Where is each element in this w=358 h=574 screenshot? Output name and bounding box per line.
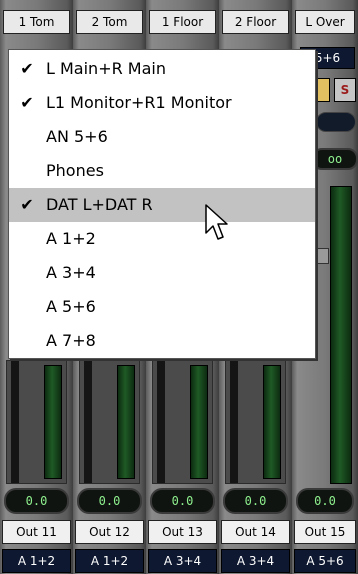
level-meter: [330, 186, 352, 484]
menu-item-label: AN 5+6: [46, 127, 108, 146]
menu-item-label: L1 Monitor+R1 Monitor: [46, 93, 232, 112]
menu-item-phones[interactable]: Phones: [9, 154, 315, 188]
fader-track[interactable]: [11, 361, 19, 483]
output-routing-field[interactable]: A 3+4: [221, 549, 290, 573]
fader-area: [152, 360, 213, 484]
menu-item-label: Phones: [46, 161, 104, 180]
output-routing-field[interactable]: A 5+6: [294, 549, 356, 573]
gain-display[interactable]: 0.0: [296, 488, 354, 514]
menu-item-a-7-8[interactable]: A 7+8: [9, 324, 315, 358]
pan-knob[interactable]: [316, 112, 356, 132]
output-label: Out 13: [148, 520, 217, 544]
arrow-cursor-icon: [205, 204, 228, 240]
channel-name-label[interactable]: 2 Tom: [76, 10, 143, 34]
gain-display[interactable]: 0.0: [4, 488, 69, 514]
menu-item-label: A 7+8: [46, 331, 96, 350]
solo-button[interactable]: S: [334, 78, 356, 102]
output-label: Out 11: [2, 520, 71, 544]
menu-item-an-5-6[interactable]: AN 5+6: [9, 120, 315, 154]
level-meter: [190, 365, 208, 479]
fader-track[interactable]: [230, 361, 238, 483]
output-routing-field[interactable]: A 1+2: [75, 549, 144, 573]
fader-track[interactable]: [157, 361, 165, 483]
output-label: Out 14: [221, 520, 290, 544]
checkmark-icon: ✔: [20, 93, 34, 112]
gain-display[interactable]: 0.0: [223, 488, 288, 514]
channel-name-label[interactable]: 2 Floor: [222, 10, 289, 34]
gain-display[interactable]: 0.0: [150, 488, 215, 514]
fader-area: [6, 360, 67, 484]
level-meter: [117, 365, 135, 479]
menu-item-a-3-4[interactable]: A 3+4: [9, 256, 315, 290]
channel-name-label[interactable]: L Over: [295, 10, 355, 34]
channel-name-label[interactable]: 1 Tom: [3, 10, 70, 34]
level-meter: [263, 365, 281, 479]
checkmark-icon: ✔: [20, 195, 34, 214]
fader-area: [79, 360, 140, 484]
pan-display[interactable]: oo: [312, 148, 358, 170]
output-label: Out 15: [294, 520, 356, 544]
fader-track[interactable]: [84, 361, 92, 483]
menu-item-label: L Main+R Main: [46, 59, 166, 78]
menu-item-dat-l-dat-r[interactable]: ✔ DAT L+DAT R: [9, 188, 315, 222]
output-routing-field[interactable]: A 1+2: [2, 549, 71, 573]
channel-name-label[interactable]: 1 Floor: [149, 10, 216, 34]
menu-item-l1-monitor-r1-monitor[interactable]: ✔ L1 Monitor+R1 Monitor: [9, 86, 315, 120]
output-label: Out 12: [75, 520, 144, 544]
menu-item-l-main-r-main[interactable]: ✔ L Main+R Main: [9, 52, 315, 86]
checkmark-icon: ✔: [20, 59, 34, 78]
fader-area: [225, 360, 286, 484]
menu-item-label: DAT L+DAT R: [46, 195, 153, 214]
routing-popup-menu: ✔ L Main+R Main ✔ L1 Monitor+R1 Monitor …: [8, 49, 316, 359]
menu-item-label: A 3+4: [46, 263, 96, 282]
menu-item-a-5-6[interactable]: A 5+6: [9, 290, 315, 324]
gain-display[interactable]: 0.0: [77, 488, 142, 514]
menu-item-a-1-2[interactable]: A 1+2: [9, 222, 315, 256]
menu-item-label: A 1+2: [46, 229, 96, 248]
output-routing-field[interactable]: A 3+4: [148, 549, 217, 573]
mute-button[interactable]: [316, 78, 330, 102]
level-meter: [44, 365, 62, 479]
menu-item-label: A 5+6: [46, 297, 96, 316]
